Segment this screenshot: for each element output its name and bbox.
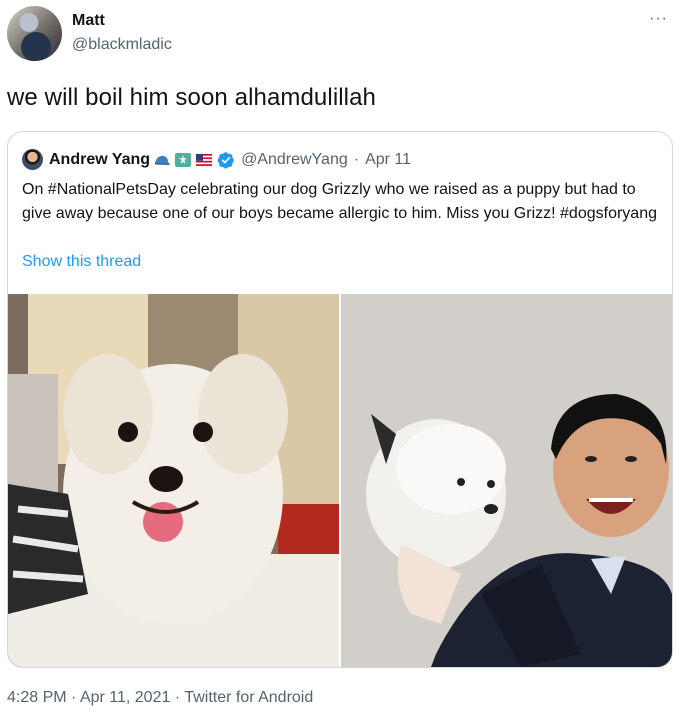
quoted-display-name[interactable]: Andrew Yang bbox=[49, 151, 150, 169]
man-dog-photo-illustration bbox=[341, 294, 672, 667]
show-thread-link[interactable]: Show this thread bbox=[22, 253, 141, 271]
quoted-tweet-text: On #NationalPetsDay celebrating our dog … bbox=[22, 181, 657, 222]
us-flag-icon bbox=[195, 153, 213, 166]
tweet-text: we will boil him soon alhamdulillah bbox=[7, 84, 377, 111]
more-options-button[interactable]: ··· bbox=[649, 10, 668, 28]
handle[interactable]: @blackmladic bbox=[72, 35, 172, 55]
tweet-footer: 4:28 PMApr 11, 2021Twitter for Android bbox=[7, 689, 313, 707]
tweet-date[interactable]: Apr 11, 2021 bbox=[67, 689, 171, 706]
tweet-source[interactable]: Twitter for Android bbox=[170, 689, 313, 706]
avatar[interactable] bbox=[7, 6, 62, 61]
photo-dog-on-couch[interactable] bbox=[8, 294, 339, 667]
photo-man-holding-dog[interactable] bbox=[341, 294, 672, 667]
quoted-avatar[interactable] bbox=[22, 149, 43, 170]
tweet-header: Matt @blackmladic bbox=[7, 6, 172, 61]
dog-photo-illustration bbox=[8, 294, 339, 667]
separator: · bbox=[353, 150, 360, 168]
media-grid bbox=[8, 294, 672, 667]
statue-of-liberty-icon bbox=[175, 152, 192, 167]
tweet-time[interactable]: 4:28 PM bbox=[7, 689, 67, 706]
quoted-tweet[interactable]: Andrew Yang @AndrewYang · Apr 11 On #Nat… bbox=[7, 131, 673, 668]
quoted-tweet-header: Andrew Yang @AndrewYang · Apr 11 bbox=[22, 149, 411, 170]
quoted-handle[interactable]: @AndrewYang bbox=[241, 151, 348, 169]
blue-cap-icon bbox=[155, 155, 171, 165]
author-info: Matt @blackmladic bbox=[72, 11, 172, 55]
display-name[interactable]: Matt bbox=[72, 11, 172, 31]
verified-badge-icon bbox=[217, 151, 234, 168]
quoted-date[interactable]: Apr 11 bbox=[365, 151, 411, 169]
